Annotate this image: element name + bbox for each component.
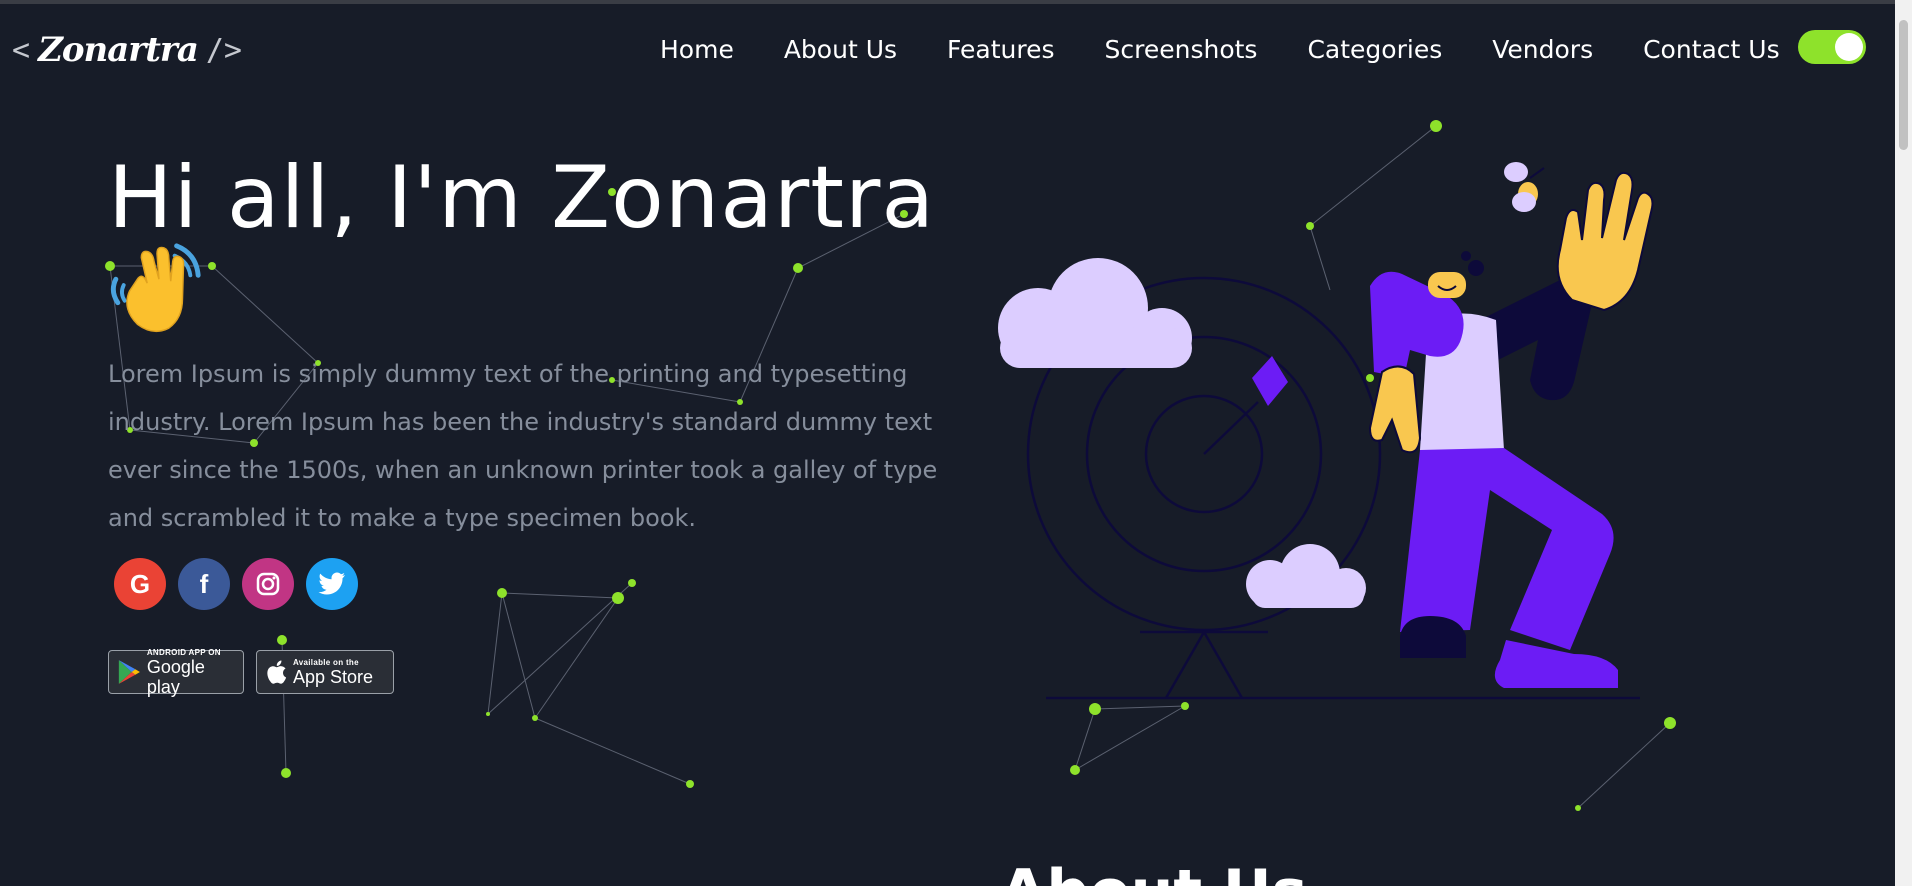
hero-description: Lorem Ipsum is simply dummy text of the … [108, 360, 938, 532]
logo-close-bracket: /> [205, 32, 242, 68]
hero-title: Hi all, I'm Zonartra [108, 148, 936, 248]
google-play-big-text: Google play [146, 656, 205, 697]
theme-toggle[interactable] [1798, 30, 1866, 64]
app-store-small-text: Available on the [293, 657, 359, 667]
logo-open-bracket: < [12, 32, 31, 68]
scrollbar-thumb[interactable] [1899, 20, 1908, 150]
site-logo[interactable]: < Zonartra /> [12, 26, 242, 74]
nav-features[interactable]: Features [947, 30, 1055, 70]
app-store-badge[interactable]: Available on the App Store [256, 650, 394, 694]
google-icon[interactable]: G [114, 558, 166, 610]
cloud-large [998, 258, 1192, 368]
instagram-icon[interactable] [242, 558, 294, 610]
app-store-badges: ANDROID APP ON Google play Available on … [108, 647, 394, 697]
nav-about-us[interactable]: About Us [784, 30, 897, 70]
bee [1504, 162, 1545, 212]
twitter-icon[interactable] [306, 558, 358, 610]
nav-screenshots[interactable]: Screenshots [1105, 30, 1258, 70]
dart [1252, 356, 1288, 406]
logo-wordmark: Zonartra [38, 30, 199, 70]
page-scrollbar[interactable] [1895, 0, 1912, 886]
nav-vendors[interactable]: Vendors [1492, 30, 1593, 70]
apple-icon [267, 660, 287, 684]
google-play-small-text: ANDROID APP ON [146, 647, 221, 657]
waving-hand-icon [110, 243, 201, 333]
facebook-icon[interactable]: f [178, 558, 230, 610]
hero-illustration [998, 162, 1654, 700]
app-store-big-text: App Store [293, 666, 374, 687]
google-play-badge[interactable]: ANDROID APP ON Google play [108, 647, 244, 697]
main-nav: Home About Us Features Screenshots Categ… [660, 30, 1780, 70]
about-us-section-heading: About Us [1000, 862, 1307, 886]
social-links: G f [114, 558, 358, 610]
nav-home[interactable]: Home [660, 30, 734, 70]
nav-contact-us[interactable]: Contact Us [1643, 30, 1780, 70]
nav-categories[interactable]: Categories [1307, 30, 1442, 70]
google-play-icon [118, 660, 140, 684]
toggle-knob [1835, 33, 1863, 61]
person [1368, 171, 1654, 688]
